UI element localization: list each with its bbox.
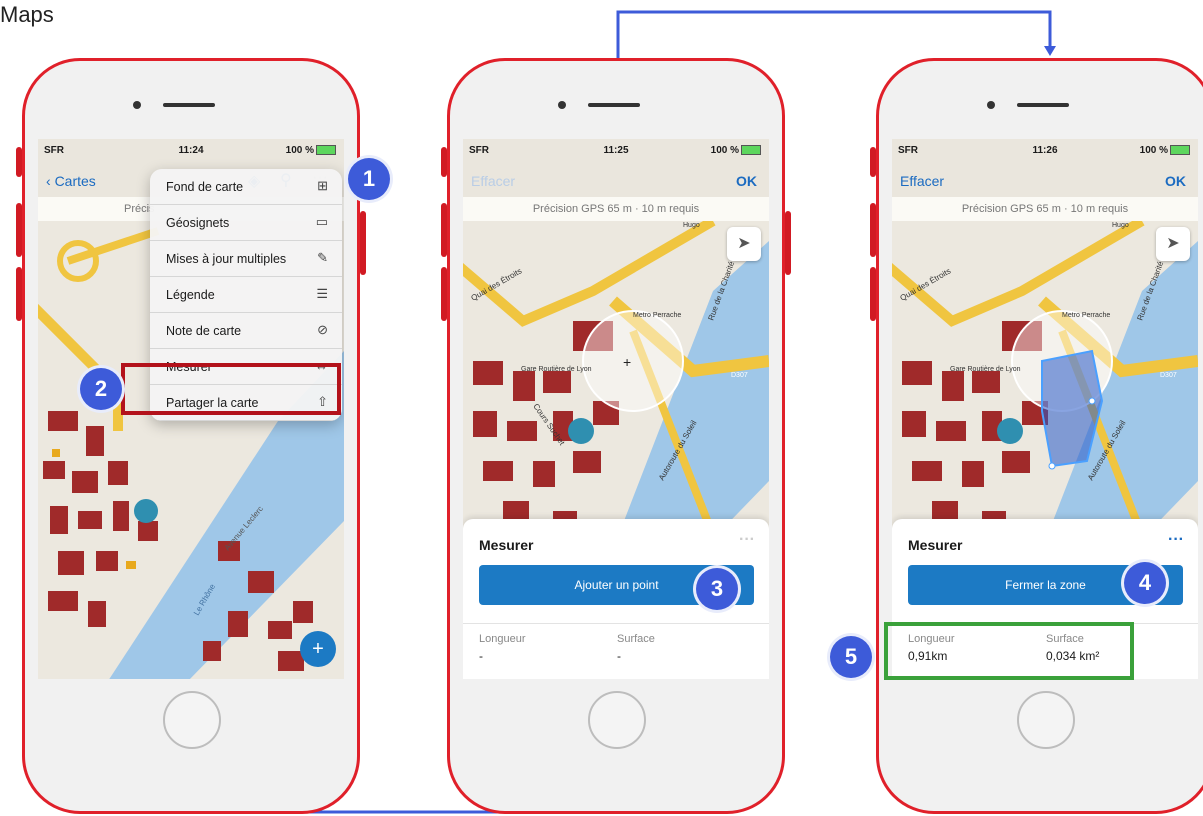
wind-turbine-marker[interactable] (997, 418, 1023, 444)
menu-item-mises-jour-multiples[interactable]: Mises à jour multiples ✎ (150, 241, 342, 277)
menu-item-label: Mises à jour multiples (166, 252, 287, 266)
map-label-d307: D307 (1160, 372, 1177, 379)
highlight-measure-item (121, 363, 341, 415)
status-bar: SFR 11:24 100 % (38, 139, 344, 161)
crosshair-icon: + (623, 354, 631, 370)
highlight-results (884, 622, 1134, 680)
home-button[interactable] (163, 691, 221, 749)
menu-item-label: Légende (166, 288, 215, 302)
length-label: Longueur (479, 633, 526, 645)
back-button[interactable]: ‹ Cartes (46, 173, 96, 189)
note-icon: ⊘ (317, 322, 328, 337)
front-sensor (558, 101, 566, 109)
callout-2: 2 (80, 368, 122, 410)
menu-item-note-de-carte[interactable]: Note de carte ⊘ (150, 313, 342, 349)
locate-icon[interactable]: ➤ (727, 227, 761, 261)
battery-indicator: 100 % (711, 145, 761, 156)
menu-item-fond-de-carte[interactable]: Fond de carte ⊞ (150, 169, 342, 205)
menu-item-label: Note de carte (166, 324, 242, 338)
home-button[interactable] (1017, 691, 1075, 749)
wind-turbine-marker[interactable] (568, 418, 594, 444)
map-label-d307: D307 (731, 372, 748, 379)
more-icon[interactable]: ··· (739, 531, 755, 549)
speaker-grille (588, 103, 640, 107)
wind-turbine-marker[interactable] (134, 499, 158, 523)
length-value: - (479, 649, 483, 663)
battery-indicator: 100 % (1140, 145, 1190, 156)
callout-5: 5 (830, 636, 872, 678)
map-label-gare: Gare Routière de Lyon (950, 366, 1021, 373)
panel-title: Mesurer (479, 537, 534, 553)
phone-1: SFR 11:24 100 % ‹ Cartes ◈ ⚲ ··· Précis (16, 58, 366, 814)
nav-bar: Effacer OK (463, 161, 769, 197)
ok-button[interactable]: OK (736, 173, 757, 189)
add-fab-button[interactable]: + (300, 631, 336, 667)
menu-item-g-osignets[interactable]: Géosignets ▭ (150, 205, 342, 241)
phone-3: SFR 11:26 100 % Effacer OK Précision GPS… (870, 58, 1203, 814)
area-label: Surface (617, 633, 655, 645)
menu-item-label: Fond de carte (166, 180, 244, 194)
status-bar: SFR 11:26 100 % (892, 139, 1198, 161)
phone-2: SFR 11:25 100 % Effacer OK Précision GPS… (441, 58, 791, 814)
callout-3: 3 (696, 568, 738, 610)
clear-button[interactable]: Effacer (471, 173, 515, 189)
map-label-metro: Metro Perrache (633, 312, 681, 319)
callout-1: 1 (348, 158, 390, 200)
menu-item-label: Géosignets (166, 216, 230, 230)
list-icon: ☰ (316, 286, 328, 301)
status-bar: SFR 11:25 100 % (463, 139, 769, 161)
front-sensor (987, 101, 995, 109)
grid-icon: ⊞ (317, 178, 328, 193)
ok-button[interactable]: OK (1165, 173, 1186, 189)
speaker-grille (163, 103, 215, 107)
home-button[interactable] (588, 691, 646, 749)
clear-button[interactable]: Effacer (900, 173, 944, 189)
speaker-grille (1017, 103, 1069, 107)
battery-indicator: 100 % (286, 145, 336, 156)
map-label-hugo: Hugo (683, 222, 700, 229)
front-sensor (133, 101, 141, 109)
book-icon: ▭ (315, 214, 328, 229)
locate-icon[interactable]: ➤ (1156, 227, 1190, 261)
gps-banner: Précision GPS 65 m · 10 m requis (892, 197, 1198, 221)
gps-accuracy-circle (582, 310, 684, 412)
panel-title: Mesurer (908, 537, 963, 553)
map-label-hugo: Hugo (1112, 222, 1129, 229)
edit-icon: ✎ (317, 250, 328, 265)
more-icon[interactable]: ··· (1168, 531, 1184, 549)
menu-item-l-gende[interactable]: Légende ☰ (150, 277, 342, 313)
callout-4: 4 (1124, 562, 1166, 604)
map-label-gare: Gare Routière de Lyon (521, 366, 592, 373)
map-label-metro: Metro Perrache (1062, 312, 1110, 319)
area-value: - (617, 649, 621, 663)
gps-banner: Précision GPS 65 m · 10 m requis (463, 197, 769, 221)
nav-bar: Effacer OK (892, 161, 1198, 197)
